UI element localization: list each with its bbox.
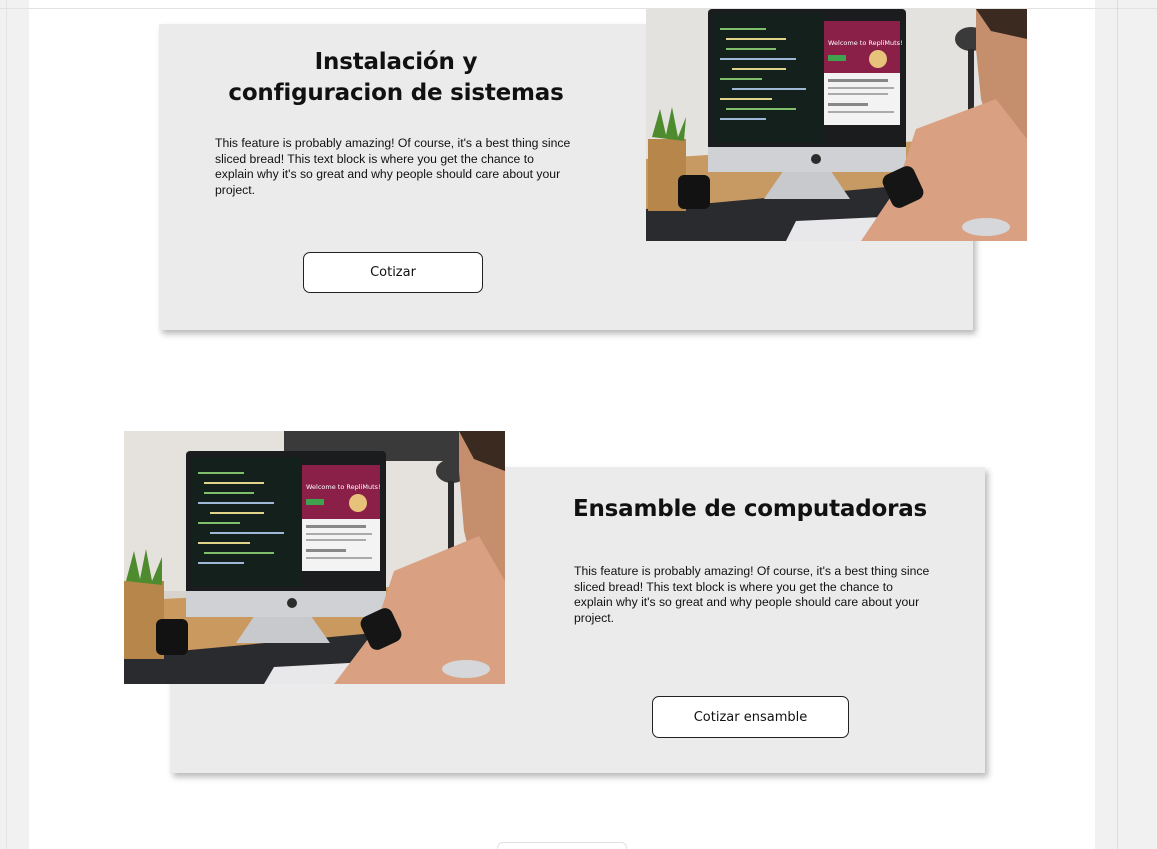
- quote-button[interactable]: Cotizar: [303, 252, 483, 293]
- man-using-imac-photo: Welcome to RepliMuts!: [124, 431, 505, 684]
- scrollbar-track[interactable]: [1117, 0, 1118, 849]
- feature-description: This feature is probably amazing! Of cou…: [574, 564, 930, 625]
- quote-assembly-button[interactable]: Cotizar ensamble: [652, 696, 849, 738]
- page-left-edge: [6, 0, 7, 849]
- svg-text:Welcome to RepliMuts!: Welcome to RepliMuts!: [828, 39, 903, 47]
- feature-title: Instalación y configuracion de sistemas: [228, 49, 564, 106]
- feature-title: Ensamble de computadoras: [572, 496, 928, 522]
- man-using-imac-photo: Welcome to RepliMuts!: [646, 9, 1027, 241]
- svg-text:Welcome to RepliMuts!: Welcome to RepliMuts!: [306, 483, 381, 491]
- feature-description: This feature is probably amazing! Of cou…: [215, 136, 571, 197]
- feature-photo-installation: Welcome to RepliMuts!: [646, 9, 1027, 241]
- feature-photo-assembly: Welcome to RepliMuts!: [124, 431, 505, 684]
- next-section-element: [497, 842, 627, 849]
